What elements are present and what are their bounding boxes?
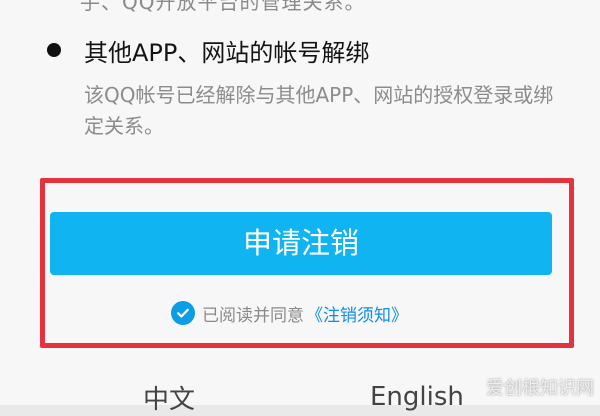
agreement-text: 已阅读并同意 [202, 305, 304, 326]
language-english[interactable]: English [370, 382, 464, 412]
account-cancellation-panel: 手、QQ开放平台的管理关系。 其他APP、网站的帐号解绑 该QQ帐号已经解除与其… [0, 0, 600, 415]
agreement-row[interactable]: 已阅读并同意 《注销须知》 [171, 299, 408, 327]
cancellation-notice-link[interactable]: 《注销须知》 [306, 301, 408, 326]
apply-cancel-button[interactable]: 申请注销 [50, 212, 552, 275]
watermark-logo: 爱创根知识网 [486, 378, 594, 399]
check-circle-icon[interactable] [171, 301, 195, 325]
language-chinese[interactable]: 中文 [143, 379, 195, 416]
section-title: 其他APP、网站的帐号解绑 [84, 39, 370, 67]
partial-previous-text: 手、QQ开放平台的管理关系。 [80, 0, 366, 14]
bullet-dot [47, 43, 61, 57]
section-description: 该QQ帐号已经解除与其他APP、网站的授权登录或绑定关系。 [84, 83, 554, 138]
